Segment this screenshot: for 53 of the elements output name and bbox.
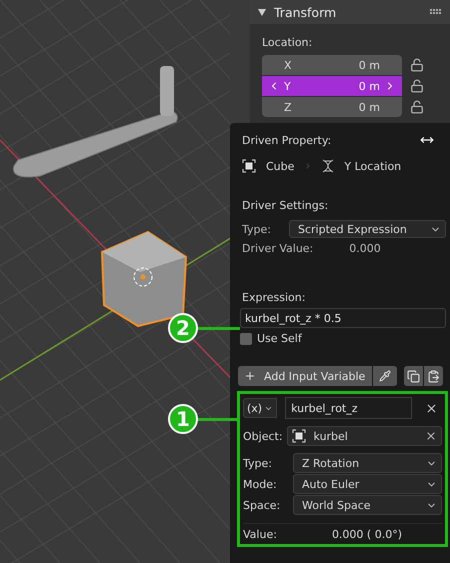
variable-name-field[interactable]: kurbel_rot_z xyxy=(285,397,412,419)
panel-title: Transform xyxy=(274,4,338,20)
driver-value: 0.000 xyxy=(349,242,381,255)
location-field[interactable]: X 0 m xyxy=(262,55,402,75)
location-value: 0 m xyxy=(358,80,380,92)
object-field[interactable]: kurbel xyxy=(286,426,442,446)
leader-line xyxy=(196,327,240,330)
location-field[interactable]: Z 0 m xyxy=(262,97,402,117)
close-icon xyxy=(424,402,438,414)
driver-settings-label: Driver Settings: xyxy=(242,199,328,212)
driver-type-dropdown[interactable]: Scripted Expression xyxy=(288,220,446,238)
variable-value-label: Value: xyxy=(243,528,277,541)
panel-header[interactable]: Transform xyxy=(250,0,450,24)
variable-setting-dropdown[interactable]: Auto Euler xyxy=(293,474,442,494)
paste-variables-button[interactable] xyxy=(424,366,443,386)
location-label: Location: xyxy=(262,36,314,49)
axis-label: X xyxy=(284,58,292,72)
clear-icon xyxy=(425,430,437,442)
variable-setting-label: Space: xyxy=(243,498,282,512)
plus-icon xyxy=(244,370,256,382)
variable-value: 0.000 ( 0.0°) xyxy=(332,528,402,541)
unlock-icon xyxy=(410,58,424,72)
location-field[interactable]: Y 0 m xyxy=(262,76,402,96)
object-icon xyxy=(242,159,256,173)
use-self-checkbox[interactable] xyxy=(240,332,252,344)
unlock-icon xyxy=(410,79,424,93)
expression-field[interactable]: kurbel_rot_z * 0.5 xyxy=(240,308,446,328)
type-label: Type: xyxy=(242,222,271,236)
object-label: Object: xyxy=(243,430,283,442)
driven-object-name: Cube xyxy=(266,160,294,172)
paste-icon xyxy=(427,370,440,382)
variable-setting-label: Type: xyxy=(243,456,273,470)
variable-type-dropdown[interactable]: (x) xyxy=(243,398,278,418)
driven-property-label: Driven Property: xyxy=(242,134,332,146)
variable-setting-label: Mode: xyxy=(243,478,278,490)
object-icon xyxy=(292,429,306,443)
driven-property-name: Y Location xyxy=(344,160,402,172)
variable-setting-dropdown[interactable]: Z Rotation xyxy=(293,453,442,473)
axis-label: Z xyxy=(284,100,292,114)
copy-variables-button[interactable] xyxy=(404,366,423,386)
use-self-label: Use Self xyxy=(257,332,302,345)
eyedropper-icon xyxy=(379,370,391,382)
drag-handle-icon[interactable] xyxy=(430,9,442,15)
unlock-icon xyxy=(410,100,424,114)
eyedropper-button[interactable] xyxy=(373,366,397,386)
variable-setting-dropdown[interactable]: World Space xyxy=(293,495,442,515)
driver-value-label: Driver Value: xyxy=(242,242,314,255)
copy-icon xyxy=(407,370,420,382)
expression-label: Expression: xyxy=(242,291,306,304)
add-input-variable-button[interactable]: Add Input Variable xyxy=(238,366,372,386)
location-value: 0 m xyxy=(358,58,380,72)
location-value: 0 m xyxy=(358,100,380,114)
axis-label: Y xyxy=(284,80,291,92)
